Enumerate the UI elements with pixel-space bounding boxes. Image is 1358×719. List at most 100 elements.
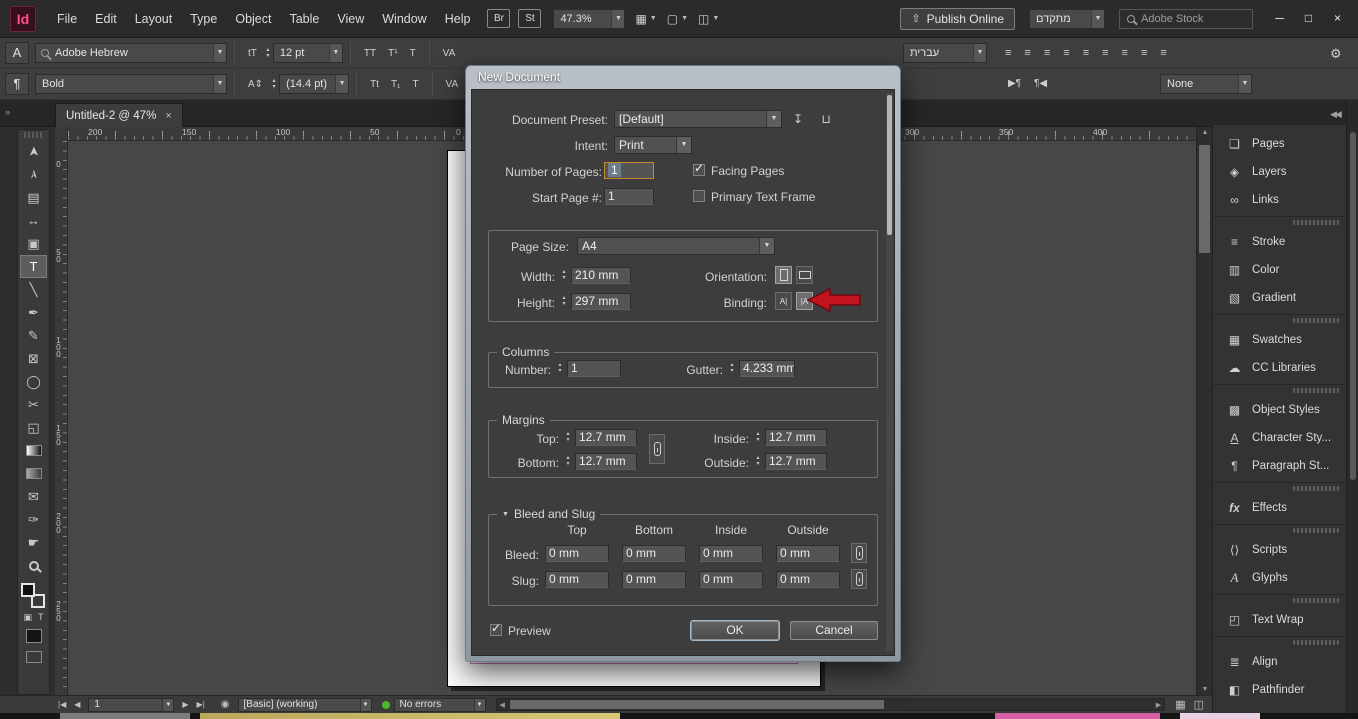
font-size-stepper[interactable]: ▴ ▾ — [263, 47, 273, 59]
ok-button[interactable]: OK — [691, 621, 779, 640]
page-number-select[interactable]: 1 ▼ — [88, 697, 175, 712]
orientation-landscape-button[interactable] — [796, 266, 813, 284]
intent-select[interactable]: Print ▼ — [614, 136, 692, 154]
bleed-field[interactable]: 0 mm — [699, 545, 763, 562]
strikethrough-icon[interactable]: T — [412, 79, 418, 90]
align-toward-spine-icon[interactable]: ≡ — [1141, 47, 1147, 59]
align-left-icon[interactable]: ≡ — [1005, 47, 1011, 59]
width-stepper[interactable]: ▴ ▾ — [559, 269, 569, 281]
close-button[interactable]: × — [1323, 9, 1352, 28]
zoom-level-select[interactable]: 47.3% ▼ — [553, 8, 626, 29]
fill-swatch[interactable] — [21, 583, 35, 597]
menu-item[interactable]: View — [328, 0, 373, 38]
number-of-pages-field[interactable]: 1 — [604, 162, 654, 179]
preflight-status-select[interactable]: No errors ▼ — [393, 697, 486, 712]
workspace-switcher[interactable]: מתקדם ▼ — [1029, 8, 1105, 29]
panel-button-object-styles[interactable]: ▩ Object Styles — [1213, 396, 1346, 424]
link-bleed-button[interactable] — [851, 543, 867, 563]
rtl-direction-icon[interactable]: ¶◀ — [1034, 78, 1047, 89]
height-stepper[interactable]: ▴ ▾ — [559, 295, 569, 307]
view-options-button[interactable]: ▦ ▼ — [635, 12, 656, 26]
font-size-select[interactable]: 12 pt ▼ — [272, 43, 343, 63]
vertical-scrollbar[interactable]: ▲ ▼ — [1196, 127, 1212, 695]
page-tool[interactable]: ▤ — [20, 186, 47, 209]
previous-page-button[interactable]: ◀ — [74, 700, 80, 709]
vertical-ruler[interactable]: 0 50 100 150 200 250 — [54, 141, 68, 695]
collapse-panels-icon[interactable]: ◀◀ — [1330, 109, 1342, 120]
menu-item[interactable]: Edit — [86, 0, 126, 38]
panel-button-layers[interactable]: ◈ Layers — [1213, 158, 1346, 186]
margin-inside-stepper[interactable]: ▴ ▾ — [753, 431, 763, 443]
paragraph-formatting-icon[interactable]: ¶ — [5, 73, 29, 95]
bleed-slug-legend[interactable]: ▼ Bleed and Slug — [497, 507, 601, 521]
horizontal-scrollbar-track[interactable] — [508, 700, 1153, 709]
scroll-left-icon[interactable]: ◀ — [497, 701, 508, 709]
menu-item[interactable]: Object — [226, 0, 280, 38]
document-tab[interactable]: Untitled-2 @ 47% × — [55, 103, 183, 127]
gutter-stepper[interactable]: ▴ ▾ — [727, 362, 737, 374]
page-size-select[interactable]: A4 ▼ — [577, 237, 775, 255]
note-tool[interactable]: ✉ — [20, 485, 47, 508]
margin-outside-field[interactable]: 12.7 mm — [765, 453, 827, 470]
screen-mode-normal-button[interactable] — [25, 629, 42, 643]
all-caps-icon[interactable]: TT — [364, 48, 376, 59]
object-style-select[interactable]: None ▼ — [1160, 74, 1252, 94]
menu-item[interactable]: Window — [373, 0, 435, 38]
superscript-icon[interactable]: T¹ — [388, 48, 397, 59]
margin-inside-field[interactable]: 12.7 mm — [765, 429, 827, 446]
gutter-field[interactable]: 4.233 mm — [739, 360, 795, 377]
language-select[interactable]: עברית ▼ — [903, 43, 987, 63]
pen-tool[interactable]: ✒ — [20, 301, 47, 324]
dialog-title[interactable]: New Document — [466, 66, 900, 89]
margin-bottom-stepper[interactable]: ▴ ▾ — [563, 455, 573, 467]
slug-field[interactable]: 0 mm — [545, 571, 609, 588]
leading-stepper[interactable]: ▴ ▾ — [269, 78, 279, 90]
scroll-up-icon[interactable]: ▲ — [1197, 129, 1213, 136]
direct-selection-tool[interactable]: ➢ — [22, 161, 45, 188]
align-right-icon[interactable]: ≡ — [1044, 47, 1050, 59]
small-caps-icon[interactable]: Tt — [370, 79, 379, 90]
panel-button-align[interactable]: ≣ Align — [1213, 648, 1346, 676]
formatting-affects-text-icon[interactable]: T — [38, 612, 44, 623]
gap-tool[interactable]: ↔ — [20, 209, 47, 232]
justify-last-left-icon[interactable]: ≡ — [1063, 47, 1069, 59]
bridge-button[interactable]: Br — [487, 9, 511, 28]
panel-button-effects[interactable]: fx Effects — [1213, 494, 1346, 522]
fit-spread-icon[interactable]: ◫ — [1194, 698, 1204, 711]
panel-button-cc-libraries[interactable]: ☁ CC Libraries — [1213, 354, 1346, 382]
width-field[interactable]: 210 mm — [571, 267, 631, 284]
document-preset-select[interactable]: [Default] ▼ — [614, 110, 782, 128]
hand-tool[interactable]: ☛ — [20, 531, 47, 554]
zoom-tool[interactable] — [20, 554, 47, 577]
justify-last-right-icon[interactable]: ≡ — [1102, 47, 1108, 59]
subscript-icon[interactable]: T₁ — [391, 79, 400, 90]
margin-top-stepper[interactable]: ▴ ▾ — [563, 431, 573, 443]
maximize-button[interactable]: □ — [1294, 9, 1323, 28]
vertical-scrollbar-thumb[interactable] — [1199, 145, 1210, 253]
menu-item[interactable]: Type — [181, 0, 226, 38]
gradient-feather-tool[interactable] — [20, 462, 47, 485]
menu-item[interactable]: Table — [280, 0, 328, 38]
type-tool[interactable]: T — [20, 255, 47, 278]
bleed-field[interactable]: 0 mm — [545, 545, 609, 562]
rectangle-frame-tool[interactable]: ⊠ — [20, 347, 47, 370]
scroll-down-icon[interactable]: ▼ — [1197, 686, 1213, 693]
collapse-triangle-icon[interactable]: ▼ — [502, 511, 509, 518]
screen-mode-menu-button[interactable]: ▢ ▼ — [667, 12, 688, 26]
align-away-spine-icon[interactable]: ≡ — [1160, 47, 1166, 59]
panel-button-swatches[interactable]: ▦ Swatches — [1213, 326, 1346, 354]
link-margins-button[interactable] — [649, 434, 665, 464]
facing-pages-checkbox[interactable]: ✓ — [693, 161, 705, 176]
leading-select[interactable]: (14.4 pt) ▼ — [279, 74, 350, 94]
panel-button-links[interactable]: ∞ Links — [1213, 186, 1346, 214]
preflight-icon[interactable]: ◉ — [221, 699, 230, 710]
content-collector-tool[interactable]: ▣ — [20, 232, 47, 255]
last-page-button[interactable]: ▶| — [197, 700, 205, 709]
dialog-scrollbar[interactable] — [886, 93, 893, 651]
minimize-button[interactable]: ─ — [1265, 9, 1294, 28]
font-family-select[interactable]: Adobe Hebrew ▼ — [35, 43, 227, 63]
columns-number-field[interactable]: 1 — [567, 360, 621, 377]
delete-preset-icon[interactable]: ⊔ — [816, 111, 836, 128]
slug-field[interactable]: 0 mm — [622, 571, 686, 588]
menu-item[interactable]: File — [48, 0, 86, 38]
